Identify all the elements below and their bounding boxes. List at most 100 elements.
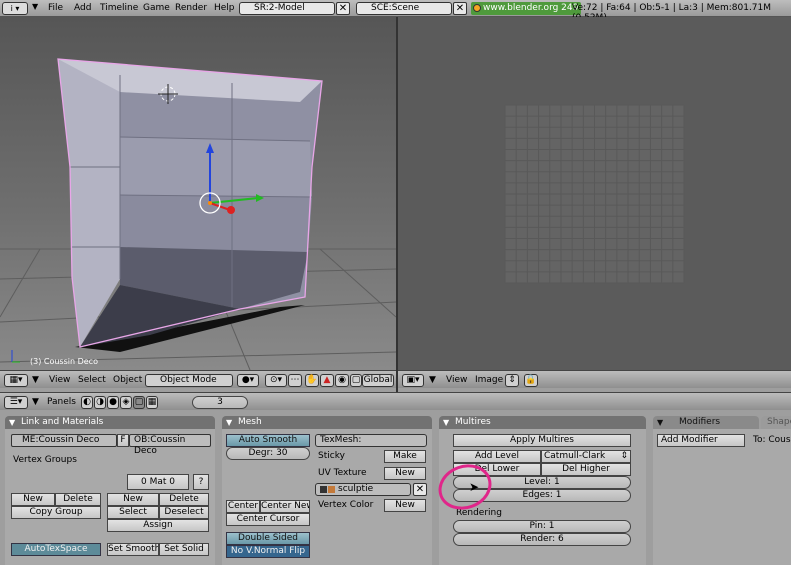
- material-deselect-button[interactable]: Deselect: [159, 506, 209, 519]
- tab-shapes[interactable]: Shape: [761, 416, 791, 429]
- autotexspace-toggle[interactable]: AutoTexSpace: [11, 543, 101, 556]
- render-level-field[interactable]: Render: 6: [453, 533, 631, 546]
- collapse-menu-icon[interactable]: ▼: [32, 2, 38, 11]
- set-solid-button[interactable]: Set Solid: [159, 543, 209, 556]
- image-browse-icon[interactable]: ⇕: [505, 374, 519, 387]
- image-lock-icon[interactable]: 🔒: [524, 374, 538, 387]
- menu-timeline[interactable]: Timeline: [100, 2, 138, 14]
- material-assign-button[interactable]: Assign: [107, 519, 209, 532]
- auto-smooth-toggle[interactable]: Auto Smooth: [226, 434, 310, 447]
- close-screen-icon[interactable]: ✕: [336, 2, 350, 15]
- scene-selector[interactable]: SCE:Scene: [356, 2, 452, 15]
- scene-context-icon[interactable]: ▦: [146, 396, 158, 409]
- object-context-icon[interactable]: ◈: [120, 396, 132, 409]
- vertex-color-new-button[interactable]: New: [384, 499, 426, 512]
- collapse-icon[interactable]: ▼: [32, 375, 39, 385]
- translate-icon[interactable]: ▲: [320, 374, 334, 387]
- viewport-3d[interactable]: (3) Coussin Deco: [0, 17, 396, 370]
- center-new-button[interactable]: Center New: [260, 500, 310, 513]
- panel-mesh-header[interactable]: Mesh: [222, 416, 432, 429]
- logic-context-icon[interactable]: ◐: [81, 396, 93, 409]
- mesh-datablock-field[interactable]: ME:Coussin Deco: [11, 434, 117, 447]
- apply-multires-button[interactable]: Apply Multires: [453, 434, 631, 447]
- buttons-collapse-icon[interactable]: ▼: [32, 397, 39, 407]
- orientation-selector[interactable]: Global: [362, 374, 394, 387]
- uv-layer-icon: [320, 486, 327, 493]
- menu-object[interactable]: Object: [113, 375, 142, 385]
- editor-type-icon[interactable]: ▦▾: [4, 374, 28, 387]
- image-collapse-icon[interactable]: ▼: [429, 375, 436, 385]
- buttons-editor-type-icon[interactable]: ☰▾: [4, 396, 28, 409]
- image-editor-type-icon[interactable]: ▣▾: [402, 374, 424, 387]
- degr-field[interactable]: Degr: 30: [226, 447, 310, 460]
- object-name-field[interactable]: OB:Coussin Deco: [129, 434, 211, 456]
- menu-file[interactable]: File: [48, 2, 63, 14]
- vertex-groups-label: Vertex Groups: [13, 455, 77, 465]
- image-menu-view[interactable]: View: [446, 375, 467, 385]
- tab-shapes-label: Shape: [767, 417, 791, 427]
- panel-modifiers: Add Modifier To: Couss: [653, 429, 791, 565]
- subdivision-type-selector[interactable]: Catmull-Clark ⇕: [541, 450, 631, 463]
- pivot-icon[interactable]: ⊙▾: [265, 374, 287, 387]
- vgroup-delete-button[interactable]: Delete: [55, 493, 101, 506]
- blender-url[interactable]: www.blender.org 249: [471, 2, 582, 15]
- menu-select[interactable]: Select: [78, 375, 106, 385]
- pin-field[interactable]: Pin: 1: [453, 520, 631, 533]
- menu-game[interactable]: Game: [143, 2, 170, 14]
- url-text: www.blender.org 249: [483, 3, 579, 13]
- rotate-icon[interactable]: ◉: [335, 374, 349, 387]
- material-new-button[interactable]: New: [107, 493, 159, 506]
- tab-modifiers-label: Modifiers: [679, 417, 721, 427]
- panel-multires-header[interactable]: Multires: [439, 416, 646, 429]
- sticky-label: Sticky: [318, 451, 345, 461]
- menu-view[interactable]: View: [49, 375, 70, 385]
- menu-add[interactable]: Add: [74, 2, 91, 14]
- tab-modifiers[interactable]: Modifiers: [653, 416, 759, 429]
- uv-active-icon[interactable]: [328, 486, 335, 493]
- panel-link-materials-header[interactable]: Link and Materials: [5, 416, 215, 429]
- window-type-icon[interactable]: i ▾: [2, 2, 28, 15]
- shading-context-icon[interactable]: ●: [107, 396, 119, 409]
- texmesh-field[interactable]: TexMesh:: [315, 434, 427, 447]
- panel-mesh: Auto Smooth Degr: 30 TexMesh: Sticky Mak…: [222, 429, 432, 565]
- set-smooth-button[interactable]: Set Smooth: [107, 543, 159, 556]
- mode-label: Object Mode: [160, 375, 217, 385]
- center-button[interactable]: Center: [226, 500, 260, 513]
- view3d-header: ▦▾ ▼ View Select Object Object Mode ●▾ ⊙…: [0, 370, 396, 388]
- menu-help[interactable]: Help: [214, 2, 235, 14]
- no-vnormal-flip-toggle[interactable]: No V.Normal Flip: [226, 545, 310, 558]
- editing-context-icon[interactable]: ▢: [133, 396, 145, 409]
- image-menu-image[interactable]: Image: [475, 375, 503, 385]
- panels-label: Panels: [47, 397, 76, 407]
- material-select-button[interactable]: Select: [107, 506, 159, 519]
- material-index-field[interactable]: 0 Mat 0: [127, 474, 189, 490]
- fake-user-button[interactable]: F: [117, 434, 129, 447]
- add-level-button[interactable]: Add Level: [453, 450, 541, 463]
- hand-icon[interactable]: ✋: [305, 374, 319, 387]
- copy-group-button[interactable]: Copy Group: [11, 506, 101, 519]
- screen-selector[interactable]: SR:2-Model: [239, 2, 335, 15]
- del-higher-button[interactable]: Del Higher: [541, 463, 631, 476]
- close-scene-icon[interactable]: ✕: [453, 2, 467, 15]
- sticky-make-button[interactable]: Make: [384, 450, 426, 463]
- double-sided-toggle[interactable]: Double Sided: [226, 532, 310, 545]
- add-modifier-button[interactable]: Add Modifier: [657, 434, 745, 447]
- script-context-icon[interactable]: ◑: [94, 396, 106, 409]
- material-delete-button[interactable]: Delete: [159, 493, 209, 506]
- blender-logo-icon: [473, 4, 481, 12]
- menu-render[interactable]: Render: [175, 2, 207, 14]
- mesh-datablock-name: ME:Coussin Deco: [22, 435, 100, 445]
- uv-layer-delete-icon[interactable]: ✕: [413, 483, 427, 496]
- material-help-button[interactable]: ?: [193, 474, 209, 490]
- snap-icon[interactable]: ⋯: [288, 374, 302, 387]
- mode-selector[interactable]: Object Mode: [145, 374, 233, 387]
- draw-type-icon[interactable]: ●▾: [237, 374, 259, 387]
- center-cursor-button[interactable]: Center Cursor: [226, 513, 310, 526]
- uv-image-editor[interactable]: [398, 17, 791, 370]
- render-level-value: Render: 6: [520, 534, 564, 544]
- vgroup-new-button[interactable]: New: [11, 493, 55, 506]
- uv-texture-new-button[interactable]: New: [384, 467, 426, 480]
- frame-field[interactable]: 3: [192, 396, 248, 409]
- panel-mesh-title: Mesh: [238, 417, 262, 427]
- scale-icon[interactable]: ▢: [350, 374, 362, 387]
